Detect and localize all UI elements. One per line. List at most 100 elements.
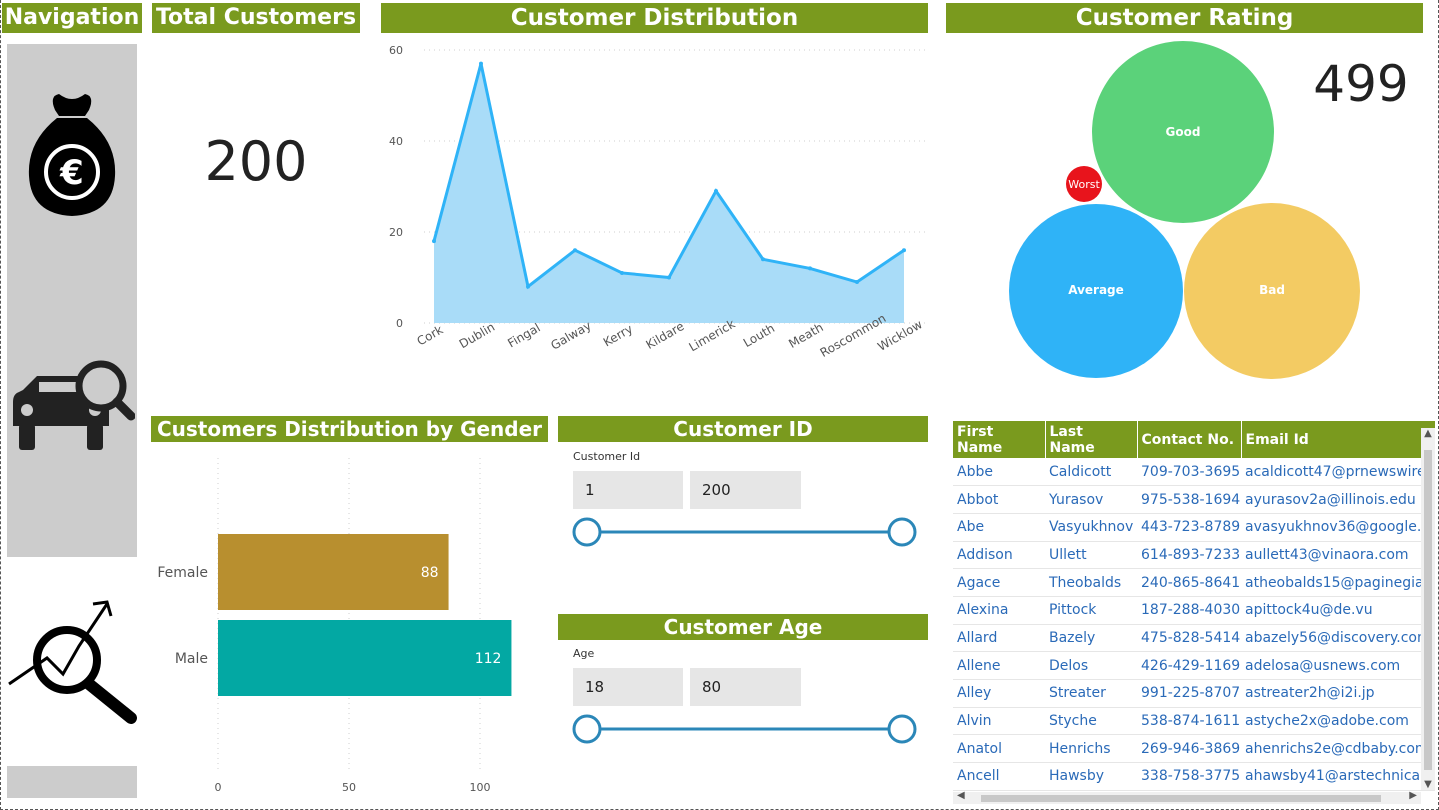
- table-cell-last-name[interactable]: Caldicott: [1045, 458, 1137, 487]
- customer-id-range-slider[interactable]: [569, 514, 919, 550]
- table-horizontal-scroll-thumb[interactable]: [981, 795, 1381, 802]
- table-cell-first-name[interactable]: Allene: [953, 651, 1045, 680]
- customer-table[interactable]: First Name Last Name Contact No. Email I…: [953, 421, 1435, 805]
- money-bag-euro-icon[interactable]: €: [27, 92, 117, 218]
- table-cell-email-id[interactable]: atheobalds15@paginegialli: [1241, 568, 1435, 597]
- table-cell-first-name[interactable]: Abbot: [953, 485, 1045, 514]
- table-cell-email-id[interactable]: ahawsby41@arstechnica.cc: [1241, 762, 1435, 791]
- scroll-down-arrow-icon[interactable]: ▼: [1421, 779, 1435, 790]
- area-point[interactable]: [526, 284, 530, 289]
- area-point[interactable]: [714, 189, 718, 194]
- table-row[interactable]: Alexina Pittock 187-288-4030 apittock4u@de.…: [953, 596, 1435, 625]
- table-cell-email-id[interactable]: avasyukhnov36@google.es: [1241, 513, 1435, 542]
- table-cell-contact-no[interactable]: 426-429-1169: [1137, 651, 1241, 680]
- area-point[interactable]: [667, 275, 671, 280]
- area-point[interactable]: [855, 280, 859, 285]
- customer-id-min-input[interactable]: 1: [573, 471, 683, 509]
- table-cell-last-name[interactable]: Hawsby: [1045, 762, 1137, 791]
- table-row[interactable]: Abe Vasyukhnov 443-723-8789 avasyukhnov36@g…: [953, 513, 1435, 542]
- area-point[interactable]: [808, 266, 812, 271]
- table-row[interactable]: Allard Bazely 475-828-5414 abazely56@discov…: [953, 624, 1435, 653]
- customer-age-range-slider[interactable]: [569, 711, 919, 747]
- area-point[interactable]: [620, 270, 624, 275]
- customer-age-slider-max-handle[interactable]: [887, 714, 917, 744]
- table-cell-contact-no[interactable]: 240-865-8641: [1137, 568, 1241, 597]
- gender-bar[interactable]: [218, 534, 449, 610]
- table-cell-first-name[interactable]: Agace: [953, 568, 1045, 597]
- area-point[interactable]: [902, 248, 906, 253]
- column-header-contact-no[interactable]: Contact No.: [1137, 421, 1242, 458]
- area-point[interactable]: [761, 257, 765, 262]
- table-cell-contact-no[interactable]: 475-828-5414: [1137, 624, 1241, 653]
- table-row[interactable]: Alley Streater 991-225-8707 astreater2h@i2i…: [953, 679, 1435, 708]
- column-header-first-name[interactable]: First Name: [953, 421, 1046, 458]
- table-cell-first-name[interactable]: Alvin: [953, 707, 1045, 736]
- table-row[interactable]: Allene Delos 426-429-1169 adelosa@usnews.co…: [953, 651, 1435, 680]
- table-cell-contact-no[interactable]: 991-225-8707: [1137, 679, 1241, 708]
- table-cell-last-name[interactable]: Yurasov: [1045, 485, 1137, 514]
- table-cell-email-id[interactable]: apittock4u@de.vu: [1241, 596, 1435, 625]
- customer-id-slider-max-handle[interactable]: [887, 517, 917, 547]
- table-vertical-scrollbar[interactable]: ▲ ▼: [1421, 428, 1435, 790]
- table-cell-email-id[interactable]: astreater2h@i2i.jp: [1241, 679, 1435, 708]
- gender-bar[interactable]: [218, 620, 512, 696]
- customer-age-min-input[interactable]: 18: [573, 668, 683, 706]
- table-cell-last-name[interactable]: Henrichs: [1045, 734, 1137, 764]
- table-row[interactable]: Alvin Styche 538-874-1611 astyche2x@adobe.c…: [953, 707, 1435, 736]
- table-cell-contact-no[interactable]: 269-946-3869: [1137, 734, 1241, 764]
- table-cell-email-id[interactable]: ahenrichs2e@cdbaby.com: [1241, 734, 1435, 764]
- table-cell-last-name[interactable]: Bazely: [1045, 624, 1137, 653]
- table-cell-last-name[interactable]: Pittock: [1045, 596, 1137, 625]
- area-point[interactable]: [432, 239, 436, 244]
- table-cell-first-name[interactable]: Abbe: [953, 458, 1045, 487]
- table-cell-email-id[interactable]: aullett43@vinaora.com: [1241, 541, 1435, 570]
- table-cell-contact-no[interactable]: 187-288-4030: [1137, 596, 1241, 625]
- column-header-email-id[interactable]: Email Id: [1241, 421, 1435, 458]
- table-cell-last-name[interactable]: Styche: [1045, 707, 1137, 736]
- scroll-right-arrow-icon[interactable]: ▶: [1409, 790, 1417, 801]
- table-cell-email-id[interactable]: ayurasov2a@illinois.edu: [1241, 485, 1435, 514]
- table-cell-email-id[interactable]: abazely56@discovery.com: [1241, 624, 1435, 653]
- table-row[interactable]: Abbe Caldicott 709-703-3695 acaldicott47@pr…: [953, 458, 1435, 487]
- table-cell-first-name[interactable]: Alley: [953, 679, 1045, 708]
- table-cell-contact-no[interactable]: 443-723-8789: [1137, 513, 1241, 542]
- table-cell-last-name[interactable]: Theobalds: [1045, 568, 1137, 597]
- table-row[interactable]: Addison Ullett 614-893-7233 aullett43@vinao…: [953, 541, 1435, 570]
- column-header-last-name[interactable]: Last Name: [1045, 421, 1138, 458]
- table-cell-last-name[interactable]: Streater: [1045, 679, 1137, 708]
- table-cell-last-name[interactable]: Delos: [1045, 651, 1137, 680]
- area-point[interactable]: [479, 61, 483, 66]
- table-cell-last-name[interactable]: Vasyukhnov: [1045, 513, 1137, 542]
- customer-id-max-input[interactable]: 200: [690, 471, 801, 509]
- customer-age-slider-min-handle[interactable]: [572, 714, 602, 744]
- table-cell-first-name[interactable]: Addison: [953, 541, 1045, 570]
- table-cell-contact-no[interactable]: 614-893-7233: [1137, 541, 1241, 570]
- table-cell-first-name[interactable]: Anatol: [953, 734, 1045, 764]
- table-row[interactable]: Abbot Yurasov 975-538-1694 ayurasov2a@illin…: [953, 485, 1435, 514]
- table-row[interactable]: Agace Theobalds 240-865-8641 atheobalds15@p…: [953, 568, 1435, 597]
- table-cell-contact-no[interactable]: 538-874-1611: [1137, 707, 1241, 736]
- customer-age-max-input[interactable]: 80: [690, 668, 801, 706]
- table-horizontal-scrollbar[interactable]: ◀ ▶: [953, 790, 1421, 804]
- table-cell-email-id[interactable]: acaldicott47@prnewswire.c: [1241, 458, 1435, 487]
- table-cell-first-name[interactable]: Allard: [953, 624, 1045, 653]
- table-cell-email-id[interactable]: astyche2x@adobe.com: [1241, 707, 1435, 736]
- table-cell-email-id[interactable]: adelosa@usnews.com: [1241, 651, 1435, 680]
- car-search-icon[interactable]: [9, 360, 136, 452]
- table-cell-contact-no[interactable]: 975-538-1694: [1137, 485, 1241, 514]
- table-cell-last-name[interactable]: Ullett: [1045, 541, 1137, 570]
- table-row[interactable]: Anatol Henrichs 269-946-3869 ahenrichs2e@cd…: [953, 734, 1435, 764]
- table-cell-first-name[interactable]: Alexina: [953, 596, 1045, 625]
- table-row[interactable]: Ancell Hawsby 338-758-3775 ahawsby41@arstec…: [953, 762, 1435, 791]
- area-point[interactable]: [573, 248, 577, 253]
- scroll-up-arrow-icon[interactable]: ▲: [1421, 428, 1435, 439]
- table-cell-first-name[interactable]: Abe: [953, 513, 1045, 542]
- customer-id-slider-min-handle[interactable]: [572, 517, 602, 547]
- table-vertical-scroll-thumb[interactable]: [1424, 450, 1432, 770]
- analytics-search-icon[interactable]: [7, 598, 137, 726]
- table-cell-contact-no[interactable]: 338-758-3775: [1137, 762, 1241, 791]
- scroll-left-arrow-icon[interactable]: ◀: [957, 790, 965, 801]
- table-cell-first-name[interactable]: Ancell: [953, 762, 1045, 791]
- total-customers-header: Total Customers: [152, 3, 360, 33]
- table-cell-contact-no[interactable]: 709-703-3695: [1137, 458, 1241, 487]
